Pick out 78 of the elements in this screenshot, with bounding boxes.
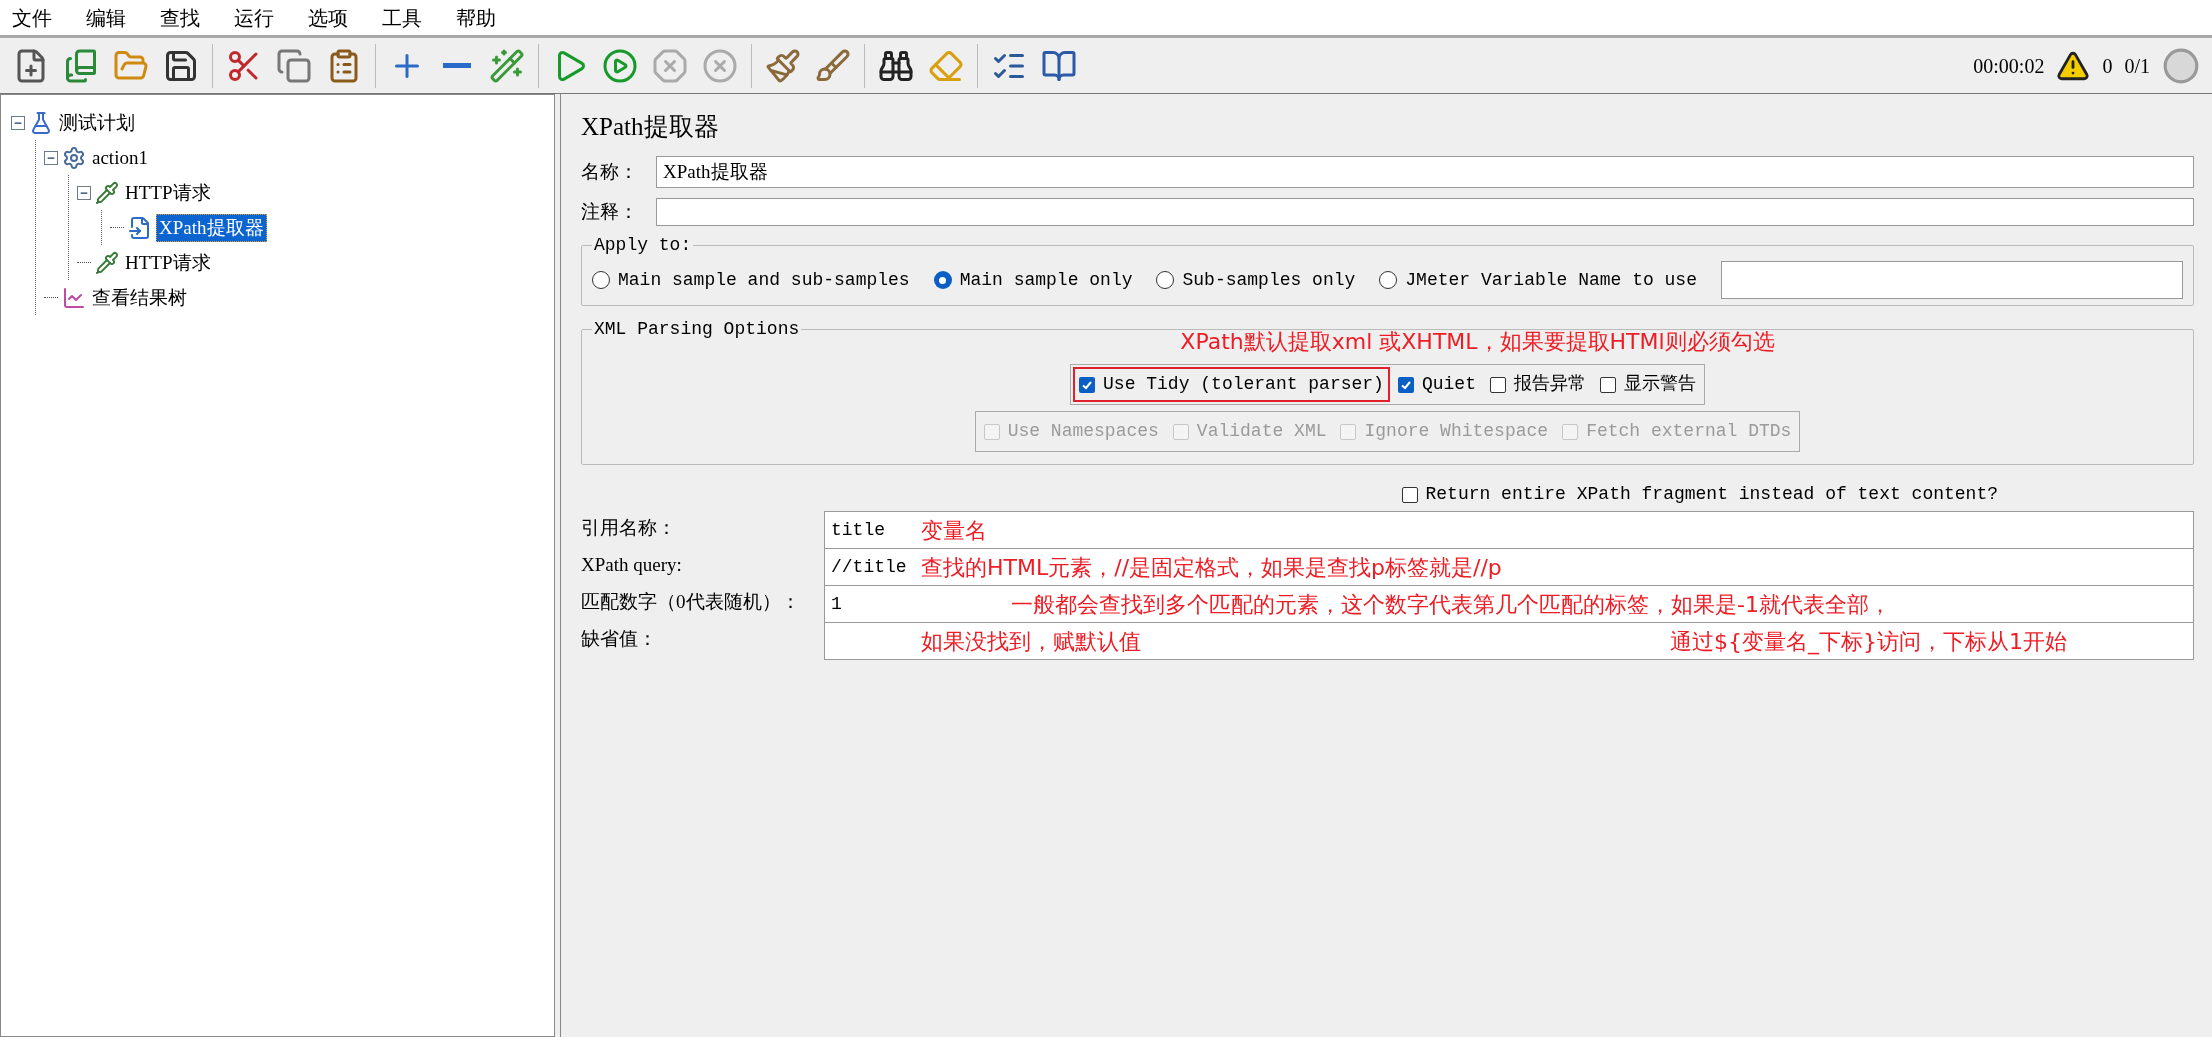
collapse-toggle-icon[interactable] <box>77 185 91 200</box>
tree-item[interactable]: HTTP请求 <box>123 249 213 276</box>
variable-name-field[interactable] <box>1720 261 2183 299</box>
field-label: 匹配数字（0代表随机）： <box>581 590 801 614</box>
menu-item[interactable]: 查找 <box>160 2 200 33</box>
checkbox[interactable] <box>1599 376 1616 393</box>
checkbox-option[interactable]: Return entire XPath fragment instead of text content? <box>1395 477 2004 512</box>
text-field[interactable]: 1 一般都会查找到多个匹配的元素，这个数字代表第几个匹配的标签，如果是-1就代表全部， <box>824 585 2194 623</box>
pipette-icon <box>95 180 119 205</box>
brush-icon <box>815 47 851 84</box>
file-arrow-icon <box>128 215 152 240</box>
text-field[interactable]: //title 查找的HTML元素，//是固定格式，如果是查找p标签就是//p <box>824 548 2194 586</box>
annotation-text: 变量名 <box>921 516 987 545</box>
comment-field[interactable] <box>656 198 2194 226</box>
field-value: title <box>831 518 886 542</box>
tree-item[interactable]: action1 <box>90 144 150 171</box>
radio-option[interactable]: Main sample and sub-samples <box>592 266 910 294</box>
copy-icon <box>276 47 312 84</box>
field-label: 名称： <box>581 159 639 184</box>
checkbox[interactable] <box>1397 376 1414 393</box>
panel-title: XPath提取器 <box>581 112 720 142</box>
checkbox-option[interactable]: Quiet <box>1391 367 1482 402</box>
field-value: 1 <box>831 592 843 616</box>
gear-icon <box>62 145 86 170</box>
collapse-toggle-icon[interactable] <box>44 150 58 165</box>
radio-button[interactable] <box>592 271 610 289</box>
collapse-toggle-icon[interactable] <box>11 115 25 130</box>
error-count: 0 <box>2102 53 2113 79</box>
radio-button[interactable] <box>1156 271 1175 289</box>
tree-item[interactable]: 测试计划 <box>57 109 137 136</box>
field-label: 缺省值： <box>581 627 658 651</box>
minus-icon <box>443 63 471 68</box>
menu-item[interactable]: 帮助 <box>456 2 496 33</box>
flask-icon <box>29 110 53 135</box>
radio-option[interactable]: Sub-samples only <box>1156 266 1356 294</box>
checkbox[interactable] <box>1401 486 1418 503</box>
text-field[interactable]: title 变量名 <box>824 511 2194 549</box>
annotation-text: 如果没找到，赋默认值 <box>921 627 1141 656</box>
name-field[interactable]: XPath提取器 <box>656 156 2194 188</box>
menu-item[interactable]: 运行 <box>234 2 274 33</box>
checkbox-option[interactable]: 显示警告 <box>1593 367 1702 402</box>
annotation-text: 通过${变量名_下标}访问，下标从1开始 <box>1670 627 2067 657</box>
elapsed-time: 00:00:02 <box>1973 53 2045 79</box>
menu-item[interactable]: 工具 <box>382 2 422 33</box>
checkbox-option[interactable]: Use Tidy (tolerant parser) <box>1073 367 1390 402</box>
tree-item[interactable]: XPath提取器 <box>156 213 267 242</box>
group-title: Apply to: <box>593 234 693 257</box>
radio-option[interactable]: Main sample only <box>933 266 1133 294</box>
checkbox[interactable] <box>1489 376 1506 393</box>
menu-item[interactable]: 编辑 <box>86 2 126 33</box>
play-circle-icon <box>602 47 638 84</box>
pipette-icon <box>95 250 119 275</box>
chart-icon <box>62 285 86 310</box>
field-label: 注释： <box>581 199 639 224</box>
stop-icon <box>652 47 688 84</box>
annotation-text: XPath默认提取xml 或XHTML，如果要提取HTMl则必须勾选 <box>1180 328 1775 356</box>
menu-item[interactable]: 文件 <box>12 2 52 33</box>
tree-item[interactable]: HTTP请求 <box>123 179 213 206</box>
wand-icon <box>489 47 525 84</box>
field-label: XPath query: <box>581 553 683 577</box>
text-field[interactable]: 如果没找到，赋默认值 通过${变量名_下标}访问，下标从1开始 <box>824 622 2194 660</box>
field-label: 引用名称： <box>581 516 677 540</box>
brush-icon <box>765 47 801 84</box>
annotation-text: 查找的HTML元素，//是固定格式，如果是查找p标签就是//p <box>921 553 1502 582</box>
group-title: XML Parsing Options <box>593 318 801 341</box>
close-circle-icon <box>702 47 738 84</box>
status-circle-icon <box>2162 46 2200 85</box>
radio-button[interactable] <box>933 271 952 289</box>
field-value: //title <box>831 555 908 579</box>
books-icon <box>63 47 99 84</box>
checkbox[interactable] <box>1079 376 1096 393</box>
radio-button[interactable] <box>1379 271 1398 289</box>
checkbox-option[interactable]: 报告异常 <box>1483 367 1592 402</box>
annotation-text: 一般都会查找到多个匹配的元素，这个数字代表第几个匹配的标签，如果是-1就代表全部， <box>1011 590 1891 619</box>
thread-count: 0/1 <box>2124 53 2150 79</box>
tree-item[interactable]: 查看结果树 <box>90 284 189 311</box>
radio-option[interactable]: JMeter Variable Name to use <box>1379 266 1697 294</box>
menu-item[interactable]: 选项 <box>308 2 348 33</box>
